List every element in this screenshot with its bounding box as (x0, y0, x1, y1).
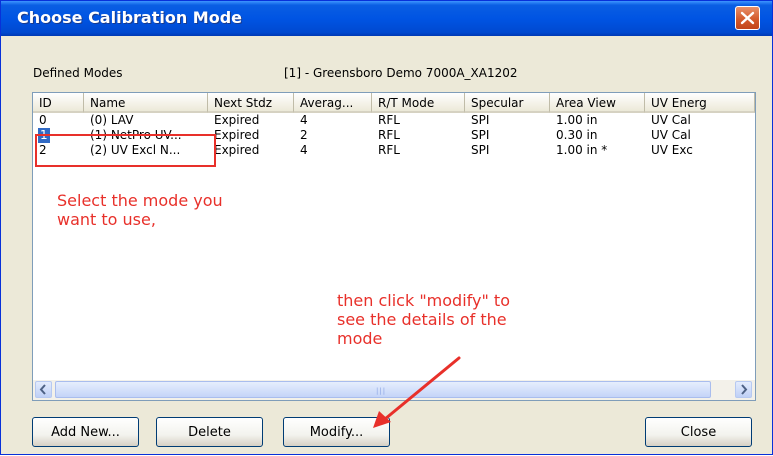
column-header-rt-mode[interactable]: R/T Mode (372, 93, 465, 113)
add-new-button[interactable]: Add New... (32, 417, 139, 447)
column-header-name[interactable]: Name (84, 93, 208, 113)
cell-specular: SPI (471, 128, 490, 142)
cell-average: 4 (300, 113, 308, 127)
annotation-line: see the details of the (337, 310, 507, 329)
column-header-average[interactable]: Averag... (294, 93, 372, 113)
column-header-specular[interactable]: Specular (465, 93, 550, 113)
cell-specular: SPI (471, 143, 490, 157)
modify-button[interactable]: Modify... (283, 417, 390, 447)
cell-name: (0) LAV (90, 113, 134, 127)
cell-id: 0 (39, 113, 47, 127)
grip-icon: ||| (376, 387, 387, 395)
cell-next-stdz: Expired (214, 113, 260, 127)
cell-uv-energy: UV Exc (651, 143, 693, 157)
close-button[interactable]: Close (645, 417, 752, 447)
cell-uv-energy: UV Cal (651, 113, 691, 127)
scroll-right-button[interactable] (735, 381, 752, 398)
annotation-line: want to use, (57, 210, 156, 229)
cell-rt-mode: RFL (378, 143, 400, 157)
list-header: ID Name Next Stdz Averag... R/T Mode Spe… (33, 93, 755, 113)
select-mode-annotation: Select the mode you want to use, (57, 191, 277, 229)
table-row[interactable]: 0 (0) LAV Expired 4 RFL SPI 1.00 in UV C… (33, 113, 755, 128)
window-title: Choose Calibration Mode (17, 8, 243, 27)
column-header-uv-energy[interactable]: UV Energ (645, 93, 755, 113)
annotation-line: then click "modify" to (337, 291, 510, 310)
column-header-id[interactable]: ID (33, 93, 84, 113)
scroll-left-button[interactable] (35, 381, 52, 398)
cell-average: 2 (300, 128, 308, 142)
scroll-thumb[interactable]: ||| (55, 381, 711, 398)
cell-uv-energy: UV Cal (651, 128, 691, 142)
cell-specular: SPI (471, 113, 490, 127)
column-header-area-view[interactable]: Area View (550, 93, 645, 113)
calibration-dialog: Choose Calibration Mode Defined Modes [1… (0, 0, 773, 455)
annotation-line: mode (337, 329, 383, 348)
cell-next-stdz: Expired (214, 143, 260, 157)
delete-button[interactable]: Delete (156, 417, 263, 447)
cell-area-view: 0.30 in (556, 128, 598, 142)
modify-annotation: then click "modify" to see the details o… (337, 291, 557, 348)
horizontal-scrollbar[interactable]: ||| (33, 380, 755, 400)
title-bar[interactable]: Choose Calibration Mode (1, 1, 772, 36)
annotation-line: Select the mode you (57, 191, 223, 210)
defined-modes-label: Defined Modes (33, 66, 123, 80)
cell-area-view: 1.00 in (556, 113, 598, 127)
close-icon (740, 11, 755, 25)
arrow-right-icon (741, 384, 748, 395)
arrow-left-icon (39, 384, 46, 395)
close-window-button[interactable] (735, 6, 760, 30)
dialog-body: Defined Modes [1] - Greensboro Demo 7000… (1, 36, 772, 454)
cell-next-stdz: Expired (214, 128, 260, 142)
device-label: [1] - Greensboro Demo 7000A_XA1202 (284, 66, 518, 80)
column-header-next-stdz[interactable]: Next Stdz (208, 93, 294, 113)
cell-area-view: 1.00 in * (556, 143, 608, 157)
cell-rt-mode: RFL (378, 128, 400, 142)
selection-highlight-annotation (35, 134, 216, 167)
cell-average: 4 (300, 143, 308, 157)
cell-rt-mode: RFL (378, 113, 400, 127)
